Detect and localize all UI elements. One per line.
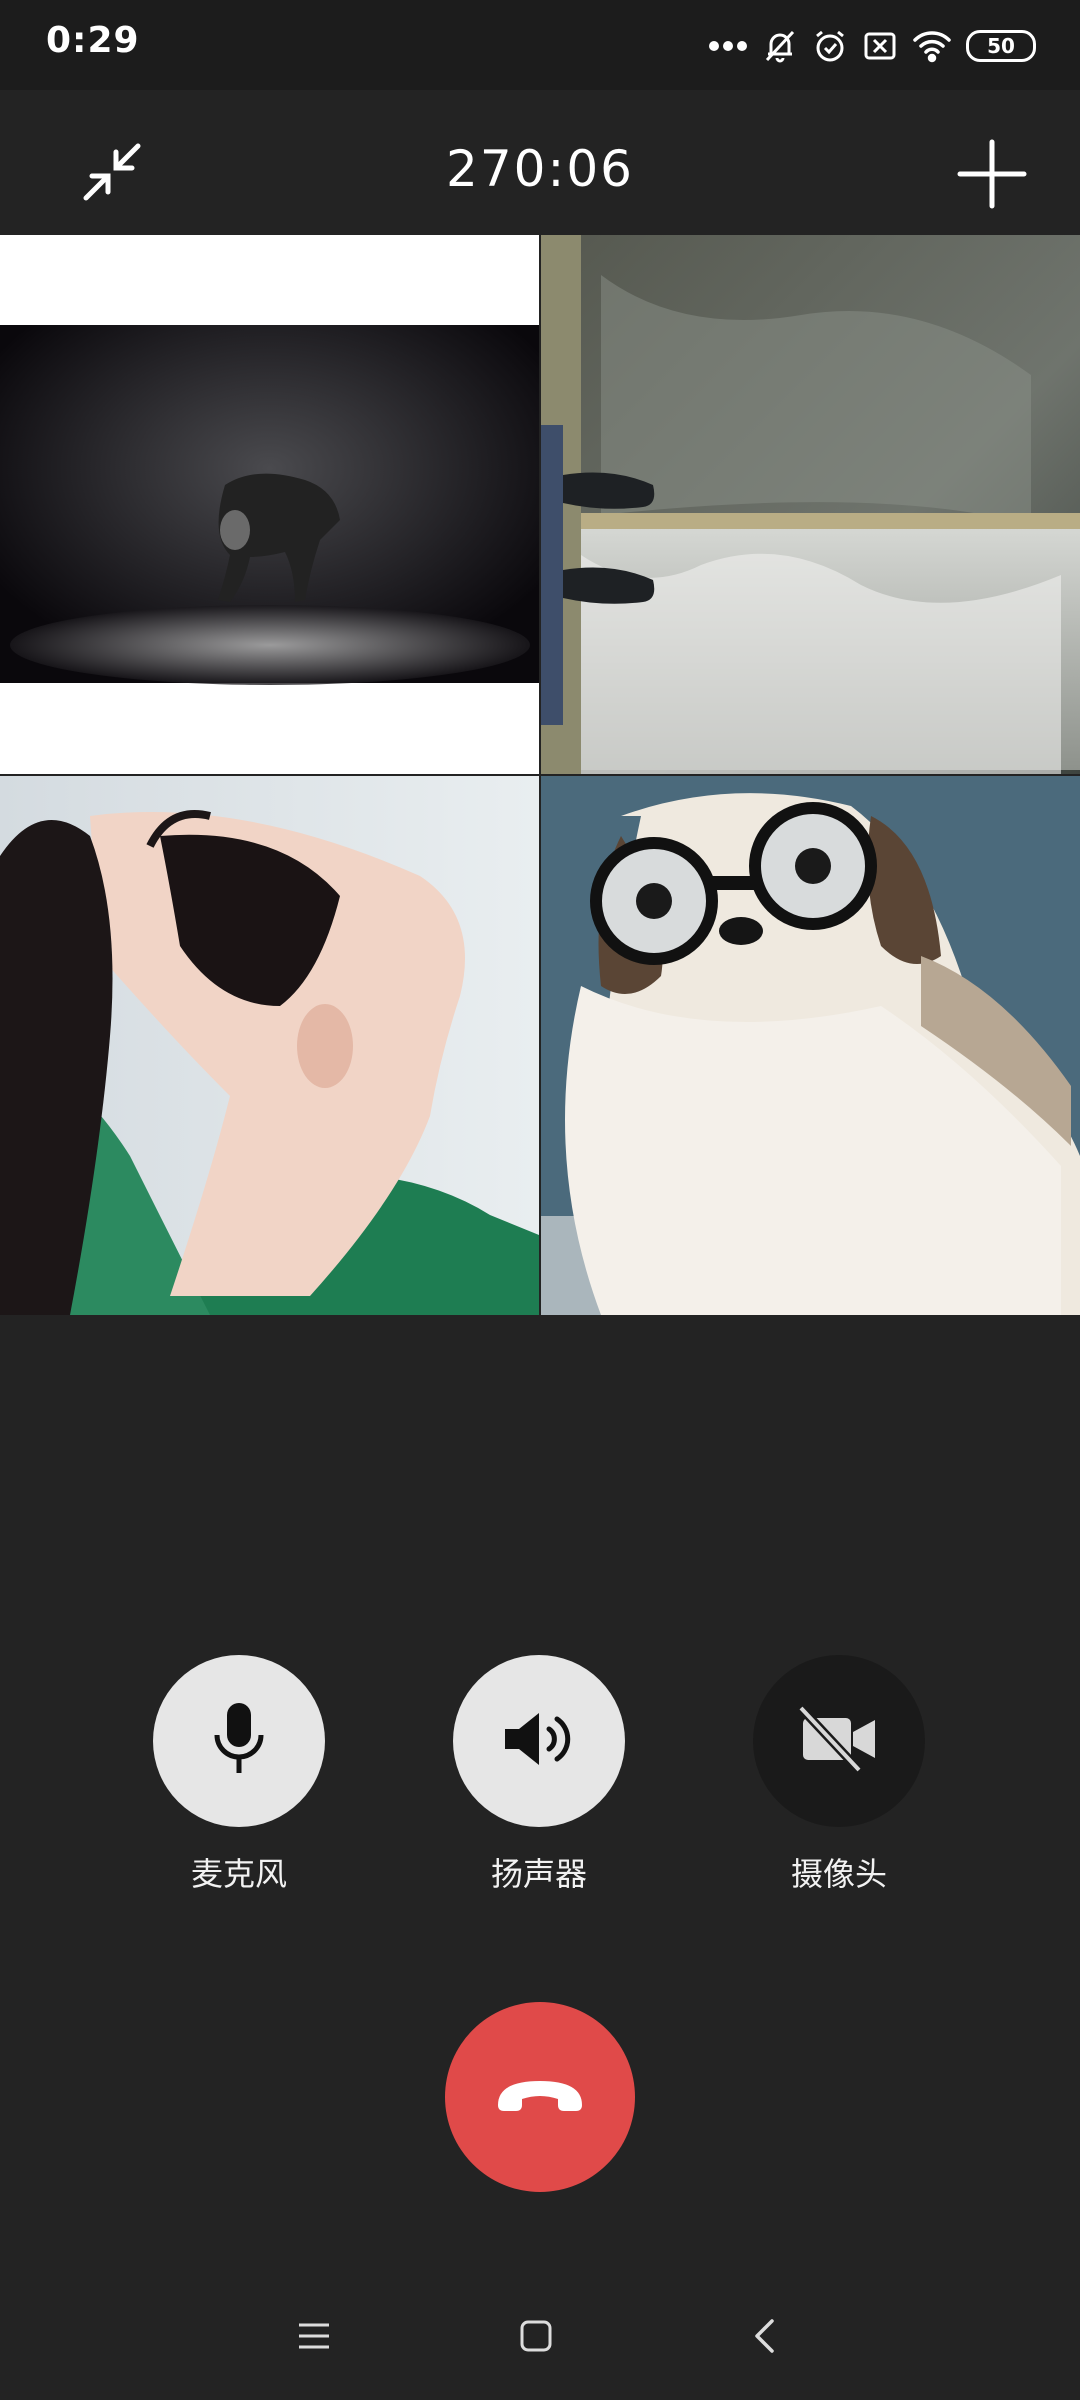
video-feed-dancer: [0, 235, 539, 774]
back-icon[interactable]: [736, 2308, 792, 2364]
status-bar: 0:29 50: [0, 0, 1080, 90]
microphone-control: 麦克风: [153, 1655, 325, 1895]
speaker-icon: [501, 1707, 577, 1775]
microphone-button[interactable]: [153, 1655, 325, 1827]
participant-tile-3[interactable]: [0, 776, 539, 1315]
speaker-control: 扬声器: [453, 1655, 625, 1895]
home-icon[interactable]: [508, 2308, 564, 2364]
speaker-button[interactable]: [453, 1655, 625, 1827]
more-dots-icon: [708, 40, 748, 52]
alarm-icon: [812, 28, 848, 64]
participant-tile-4[interactable]: [541, 776, 1080, 1315]
hangup-icon: [492, 2075, 588, 2119]
participant-tile-1[interactable]: [0, 235, 539, 774]
video-feed-dog-glasses: [541, 776, 1080, 1315]
microphone-icon: [209, 1699, 269, 1783]
camera-off-icon: [797, 1704, 881, 1778]
call-timer: 270:06: [446, 140, 634, 198]
camera-button[interactable]: [753, 1655, 925, 1827]
battery-icon: 50: [966, 30, 1036, 62]
status-time: 0:29: [46, 20, 140, 61]
video-feed-waterfall-feet: [541, 235, 1080, 774]
add-participant-icon[interactable]: [952, 134, 1032, 214]
participant-tile-2[interactable]: [541, 235, 1080, 774]
participant-grid: [0, 235, 1080, 1315]
call-header: 270:06: [0, 90, 1080, 235]
wifi-icon: [912, 29, 952, 63]
camera-control: 摄像头: [753, 1655, 925, 1895]
video-feed-woman-hair: [0, 776, 539, 1315]
speaker-label: 扬声器: [490, 1855, 587, 1893]
microphone-label: 麦克风: [190, 1855, 287, 1893]
sim-blocked-icon: [862, 28, 898, 64]
system-nav-bar: [0, 2280, 1080, 2380]
hangup-button[interactable]: [445, 2002, 635, 2192]
bell-off-icon: [762, 28, 798, 64]
status-icons: 50: [708, 24, 1036, 68]
camera-label: 摄像头: [790, 1855, 887, 1893]
menu-icon[interactable]: [286, 2308, 342, 2364]
